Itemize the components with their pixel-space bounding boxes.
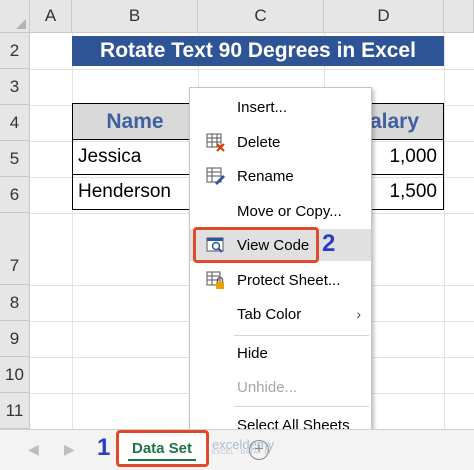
add-sheet-icon[interactable]: + [249,440,269,460]
chevron-right-icon: › [356,306,361,322]
table-header-name[interactable]: Name [72,103,198,140]
column-header-b[interactable]: B [72,0,198,33]
menu-item-delete[interactable]: Delete [190,126,371,158]
menu-item-protect-sheet[interactable]: Protect Sheet... [190,264,371,296]
step-number-1: 1 [97,434,111,461]
menu-item-label: Protect Sheet... [237,271,341,289]
row-header-11[interactable]: 11 [0,393,30,429]
sheet-tab-context-menu: Insert... Delete Rename Move or Copy... … [189,87,372,443]
menu-separator [234,335,369,336]
menu-item-label: Move or Copy... [237,202,342,220]
sheet-tab-highlight-box [116,430,209,467]
row-header-3[interactable]: 3 [0,69,30,105]
view-code-highlight-box [193,227,319,263]
table-cell-name[interactable]: Henderson [72,174,198,210]
row-header-7[interactable]: 7 [0,213,30,285]
gridline [72,33,73,429]
column-header-c[interactable]: C [198,0,324,33]
menu-item-hide[interactable]: Hide [190,337,371,369]
delete-sheet-icon [206,132,226,152]
menu-item-label: Unhide... [237,378,298,396]
protect-sheet-icon [206,270,226,290]
menu-item-unhide: Unhide... [190,371,371,403]
menu-item-label: Tab Color [237,305,302,323]
menu-separator [234,406,369,407]
menu-item-label: Delete [237,133,281,151]
gridline [30,69,474,70]
column-header-e[interactable] [444,0,474,33]
sheet-title[interactable]: Rotate Text 90 Degrees in Excel [72,36,444,66]
scroll-tabs-left-icon[interactable]: ◀ [28,441,39,458]
menu-item-insert[interactable]: Insert... [190,91,371,123]
row-header-2[interactable]: 2 [0,33,30,69]
menu-item-label: Rename [237,167,294,185]
column-header-d[interactable]: D [324,0,444,33]
table-cell-name[interactable]: Jessica [72,139,198,175]
menu-item-tab-color[interactable]: Tab Color › [190,298,371,330]
gridline [444,33,445,429]
menu-item-rename[interactable]: Rename [190,160,371,192]
row-header-6[interactable]: 6 [0,177,30,213]
scroll-tabs-right-icon[interactable]: ▶ [64,441,75,458]
row-header-9[interactable]: 9 [0,321,30,357]
row-header-8[interactable]: 8 [0,285,30,321]
column-header-a[interactable]: A [30,0,72,33]
row-header-5[interactable]: 5 [0,141,30,177]
menu-item-move-or-copy[interactable]: Move or Copy... [190,195,371,227]
rename-sheet-icon [206,166,226,186]
menu-item-label: Insert... [237,98,288,116]
row-header-4[interactable]: 4 [0,105,30,141]
select-all-corner[interactable] [0,0,30,33]
step-number-2: 2 [322,230,336,257]
menu-item-label: Hide [237,344,268,362]
row-header-10[interactable]: 10 [0,357,30,393]
